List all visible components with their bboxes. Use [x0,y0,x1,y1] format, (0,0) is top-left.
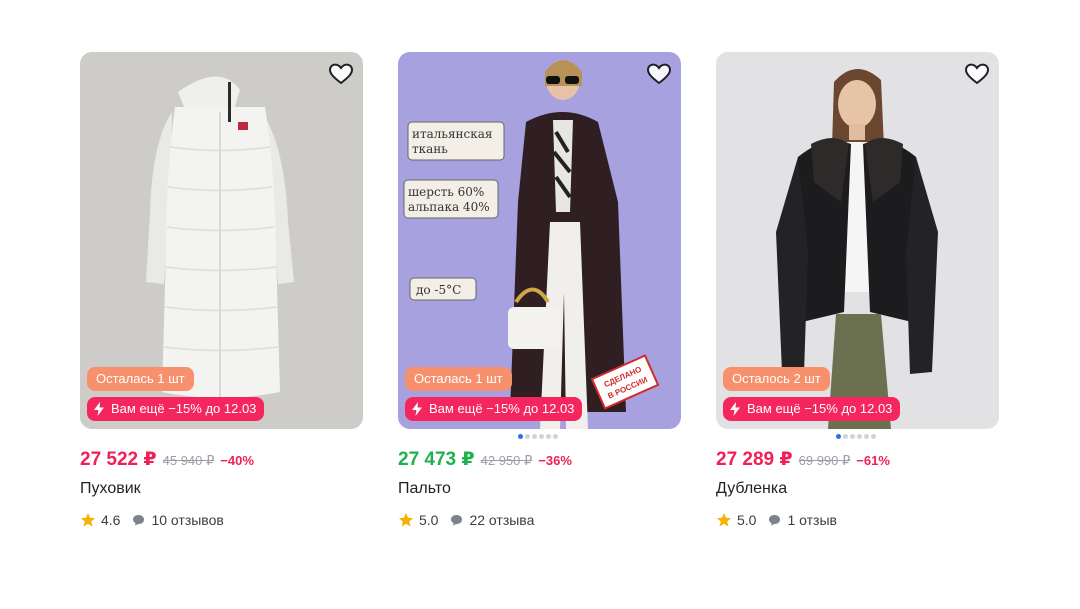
star-icon [398,512,414,528]
image-pagination-dots[interactable] [518,434,558,439]
stock-badge: Осталась 1 шт [87,367,194,391]
current-price: 27 289 ₽ [716,449,793,470]
promo-label: Вам ещё −15% до 12.03 [429,401,575,416]
callout-fabric-line-2: ткань [412,142,448,156]
reviews-count: 22 отзыва [469,512,535,528]
promo-badge: Вам ещё −15% до 12.03 [87,397,265,421]
discount-percent: −61% [856,453,890,468]
lightning-icon [93,402,105,416]
product-photo[interactable]: Осталось 2 шт Вам ещё −15% до 12.03 [716,52,999,429]
comment-bubble-icon [450,514,463,526]
reviews-count: 10 отзывов [151,512,224,528]
rating-row[interactable]: 5.0 22 отзыва [398,512,534,528]
lightning-icon [411,402,423,416]
discount-percent: −36% [538,453,572,468]
rating-value: 5.0 [737,512,757,528]
reviews-count: 1 отзыв [787,512,837,528]
product-photo[interactable]: Осталась 1 шт Вам ещё −15% до 12.03 [80,52,363,429]
rating-value: 5.0 [419,512,439,528]
badges: Осталось 2 шт Вам ещё −15% до 12.03 [723,367,901,421]
promo-badge: Вам ещё −15% до 12.03 [723,397,901,421]
comment-bubble-icon [132,514,145,526]
image-pagination-dots[interactable] [836,434,876,439]
current-price: 27 473 ₽ [398,449,475,470]
star-icon [80,512,96,528]
product-card[interactable]: СДЕЛАНО В РОССИИ итальянская ткань шерст… [398,52,681,528]
promo-badge: Вам ещё −15% до 12.03 [405,397,583,421]
price-row: 27 473 ₽ 42 950 ₽ −36% [398,448,572,471]
stock-badge: Осталась 1 шт [405,367,512,391]
old-price: 69 990 ₽ [798,453,851,468]
callout-fabric-line-1: итальянская [412,127,492,141]
product-card[interactable]: Осталась 1 шт Вам ещё −15% до 12.03 27 5… [80,52,363,528]
product-photo[interactable]: СДЕЛАНО В РОССИИ итальянская ткань шерст… [398,52,681,429]
current-price: 27 522 ₽ [80,449,157,470]
product-card[interactable]: Осталось 2 шт Вам ещё −15% до 12.03 27 2… [716,52,999,528]
price-row: 27 522 ₽ 45 940 ₽ −40% [80,448,254,471]
callout-alpaca: альпака 40% [408,200,490,214]
product-grid: Осталась 1 шт Вам ещё −15% до 12.03 27 5… [80,52,1000,552]
callout-wool: шерсть 60% [408,185,484,199]
stock-badge: Осталось 2 шт [723,367,830,391]
product-name[interactable]: Пальто [398,480,451,498]
promo-label: Вам ещё −15% до 12.03 [111,401,257,416]
badges: Осталась 1 шт Вам ещё −15% до 12.03 [405,367,583,421]
rating-value: 4.6 [101,512,121,528]
callout-temperature: до -5°C [416,283,461,297]
star-icon [716,512,732,528]
comment-bubble-icon [768,514,781,526]
old-price: 42 950 ₽ [480,453,533,468]
lightning-icon [729,402,741,416]
favorite-heart-icon[interactable] [963,60,991,88]
price-row: 27 289 ₽ 69 990 ₽ −61% [716,448,890,471]
old-price: 45 940 ₽ [162,453,215,468]
rating-row[interactable]: 4.6 10 отзывов [80,512,224,528]
discount-percent: −40% [220,453,254,468]
favorite-heart-icon[interactable] [645,60,673,88]
product-name[interactable]: Пуховик [80,480,141,498]
favorite-heart-icon[interactable] [327,60,355,88]
product-name[interactable]: Дубленка [716,480,787,498]
promo-label: Вам ещё −15% до 12.03 [747,401,893,416]
rating-row[interactable]: 5.0 1 отзыв [716,512,837,528]
badges: Осталась 1 шт Вам ещё −15% до 12.03 [87,367,265,421]
